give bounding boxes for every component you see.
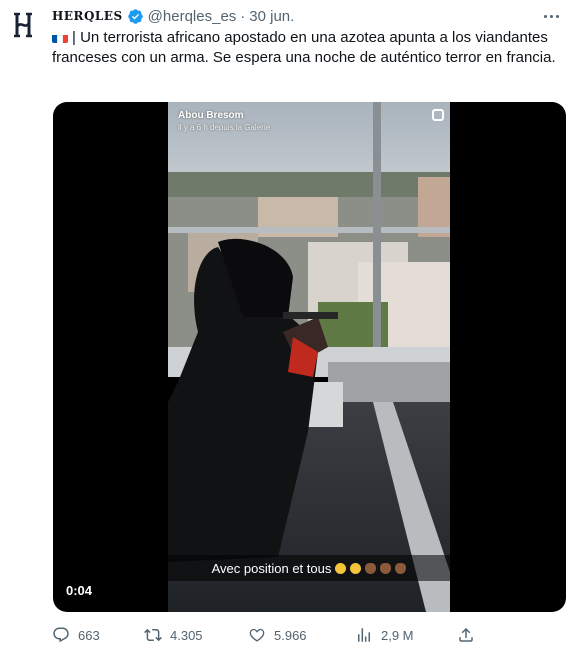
tweet[interactable]: HERQLES @herqles_es · 30 jun. | Un terro…	[0, 0, 579, 660]
video-overlay-subtitle: il y a 6 h depuis la Galerie	[178, 123, 271, 132]
video-overlay-title: Abou Bresom	[178, 110, 244, 121]
video-scene	[168, 102, 450, 612]
video-frame[interactable]: Abou Bresom il y a 6 h depuis la Galerie…	[168, 102, 450, 612]
retweet-button[interactable]: 4.305	[144, 626, 203, 644]
separator-dot: ·	[240, 7, 246, 25]
views-button[interactable]: 2,9 M	[355, 626, 414, 644]
more-options-icon[interactable]	[539, 6, 563, 26]
tweet-text: | Un terrorista africano apostado en una…	[52, 28, 567, 68]
reply-count: 663	[78, 627, 100, 643]
action-bar: 663 4.305 5.966 2,9 M	[52, 624, 512, 646]
ok-hand-emoji-icon	[365, 562, 377, 574]
ok-hand-emoji-icon	[380, 562, 392, 574]
verified-badge-icon	[127, 8, 143, 24]
views-icon	[358, 628, 370, 642]
tweet-header: HERQLES @herqles_es · 30 jun.	[52, 6, 569, 26]
tweet-body: | Un terrorista africano apostado en una…	[52, 29, 556, 66]
snapchat-corner-icon	[432, 109, 444, 121]
france-flag-icon	[52, 32, 68, 43]
like-count: 5.966	[274, 627, 307, 643]
video-player[interactable]: Abou Bresom il y a 6 h depuis la Galerie…	[53, 102, 566, 612]
handle[interactable]: @herqles_es	[148, 8, 237, 25]
views-count: 2,9 M	[381, 627, 414, 643]
retweet-icon	[144, 628, 162, 642]
like-button[interactable]: 5.966	[248, 626, 307, 644]
heart-icon	[249, 628, 265, 642]
reply-icon	[53, 627, 69, 643]
video-caption-text: Avec position et tous	[211, 560, 332, 576]
display-name[interactable]: HERQLES	[52, 9, 123, 23]
retweet-count: 4.305	[170, 627, 203, 643]
video-timecode: 0:04	[66, 583, 93, 598]
laughing-emoji-icon	[335, 562, 347, 574]
share-icon	[459, 627, 473, 642]
ok-hand-emoji-icon	[395, 562, 407, 574]
share-button[interactable]	[457, 626, 475, 644]
tweet-date[interactable]: 30 jun.	[249, 8, 294, 25]
herqles-logo-icon[interactable]	[6, 8, 40, 42]
reply-button[interactable]: 663	[52, 626, 100, 644]
laughing-emoji-icon	[350, 562, 362, 574]
video-caption: Avec position et tous	[168, 555, 450, 581]
